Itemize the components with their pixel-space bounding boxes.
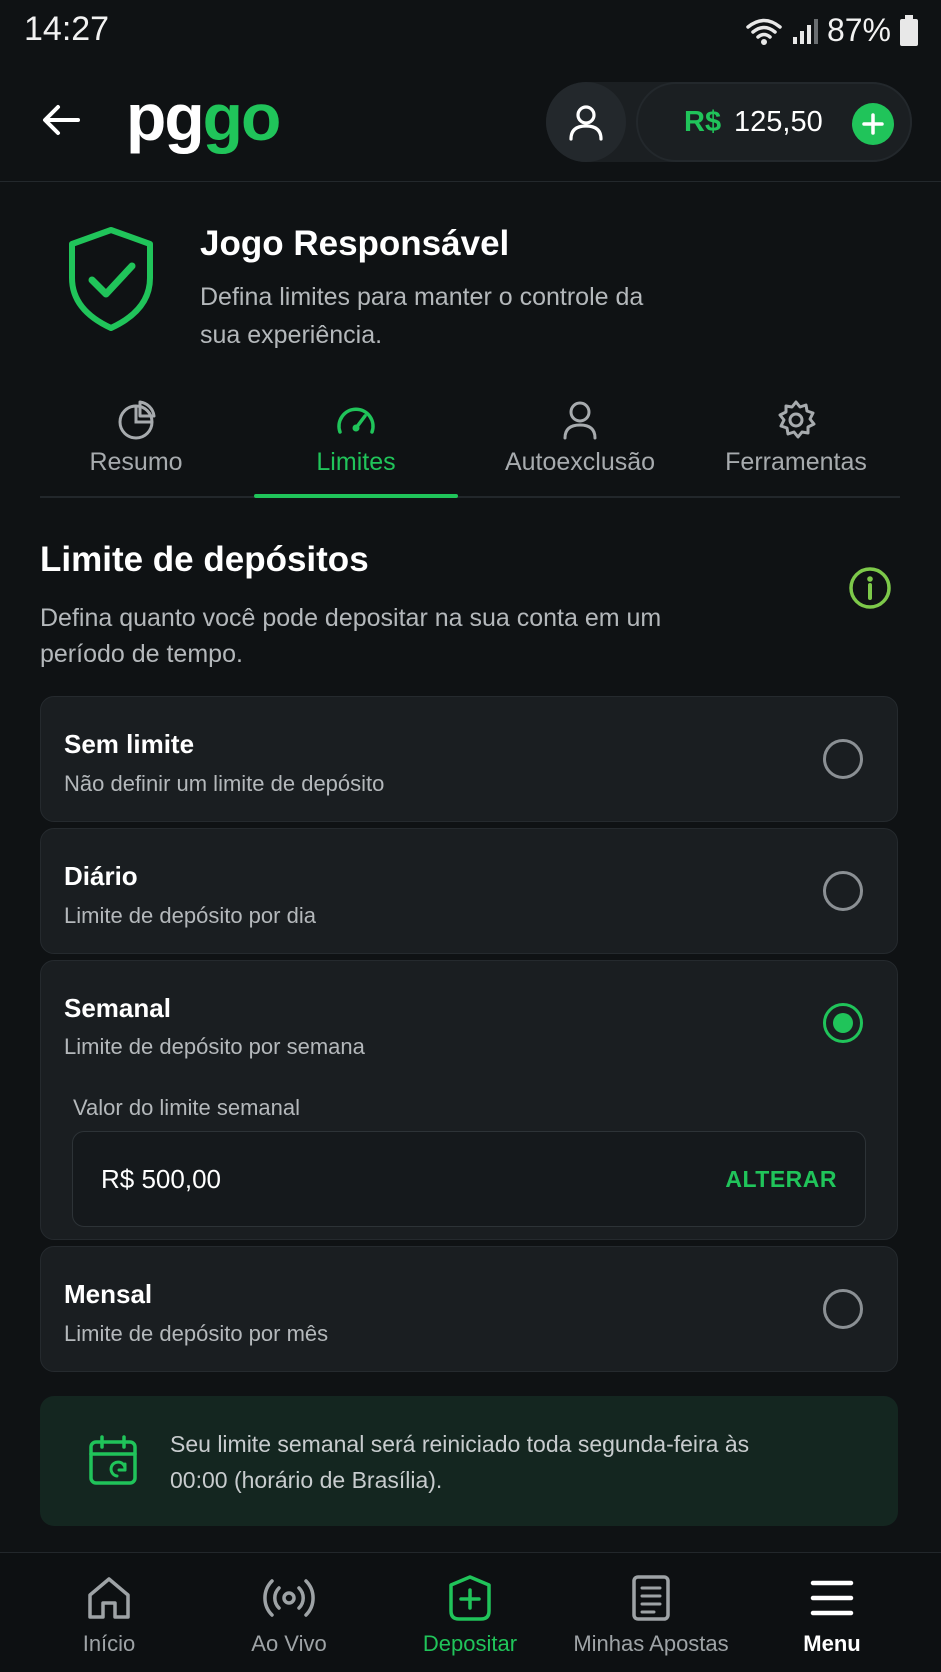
option-subtitle: Limite de depósito por semana (64, 1034, 365, 1059)
pggo-logo[interactable]: pggo (126, 84, 281, 150)
nav-label: Menu (803, 1631, 861, 1656)
section-description: Defina quanto você pode depositar na sua… (40, 604, 662, 668)
add-funds-button[interactable] (852, 103, 894, 145)
weekly-limit-label: Valor do limite semanal (73, 1095, 301, 1120)
speedometer-icon (337, 407, 375, 434)
account-pill: R$ 125,50 (546, 82, 912, 162)
nav-ao-vivo[interactable]: Ao Vivo (199, 1553, 379, 1672)
balance-value: 125,50 (734, 106, 823, 138)
home-icon (88, 1577, 130, 1619)
shield-check-icon (69, 227, 153, 331)
tab-label: Ferramentas (725, 448, 867, 476)
back-arrow-icon[interactable] (38, 96, 86, 144)
gear-icon (778, 400, 816, 439)
app-header: pggo R$ 125,50 (0, 62, 941, 182)
tab-ferramentas[interactable]: Ferramentas (706, 394, 886, 498)
nav-label: Início (82, 1631, 136, 1656)
balance-currency: R$ (684, 106, 722, 138)
nav-menu[interactable]: Menu (742, 1553, 922, 1672)
battery-icon (900, 14, 918, 46)
status-time: 14:27 (24, 10, 110, 48)
logo-go: go (202, 80, 282, 154)
info-icon[interactable] (848, 566, 892, 610)
bottom-navigation: Início Ao Vivo Depositar Minhas Apostas … (0, 1552, 941, 1672)
battery-percent: 87% (826, 12, 891, 48)
weekly-limit-value: R$ 500,00 (101, 1164, 221, 1194)
tab-label: Autoexclusão (504, 448, 656, 476)
nav-minhas-apostas[interactable]: Minhas Apostas (561, 1553, 741, 1672)
option-semanal[interactable]: Semanal Limite de depósito por semana Va… (40, 960, 898, 1240)
tab-limites[interactable]: Limites (268, 394, 444, 498)
option-title: Mensal (64, 1279, 153, 1309)
option-mensal[interactable]: Mensal Limite de depósito por mês (40, 1246, 898, 1372)
balance-display[interactable]: R$ 125,50 (636, 82, 912, 162)
change-limit-button[interactable]: ALTERAR (725, 1166, 837, 1193)
menu-icon (810, 1580, 854, 1616)
responsible-gaming-hero: Jogo Responsável Defina limites para man… (0, 184, 941, 374)
reset-notice: Seu limite semanal será reiniciado toda … (40, 1396, 898, 1526)
user-icon (569, 105, 603, 141)
option-title: Semanal (64, 993, 171, 1023)
nav-inicio[interactable]: Início (19, 1553, 199, 1672)
option-subtitle: Não definir um limite de depósito (64, 771, 385, 796)
tab-label: Resumo (89, 448, 183, 476)
radio-button[interactable] (823, 1289, 863, 1329)
deposit-plus-icon (449, 1575, 491, 1621)
page-description: Defina limites para manter o controle da… (200, 283, 644, 349)
tab-bar: Resumo Limites Autoexclusão Ferramentas (40, 394, 900, 498)
nav-depositar[interactable]: Depositar (380, 1553, 560, 1672)
option-title: Diário (64, 861, 138, 891)
nav-label: Ao Vivo (251, 1631, 327, 1656)
option-sem-limite[interactable]: Sem limite Não definir um limite de depó… (40, 696, 898, 822)
page-title: Jogo Responsável (200, 224, 510, 263)
calendar-refresh-icon (89, 1435, 137, 1485)
option-diario[interactable]: Diário Limite de depósito por dia (40, 828, 898, 954)
option-subtitle: Limite de depósito por dia (64, 903, 316, 928)
tab-autoexclusao[interactable]: Autoexclusão (480, 394, 680, 498)
nav-label: Minhas Apostas (573, 1631, 729, 1656)
tab-label: Limites (316, 448, 396, 476)
option-title: Sem limite (64, 729, 195, 759)
active-tab-indicator (254, 494, 458, 498)
signal-icon (792, 18, 818, 44)
pie-chart-icon (118, 400, 156, 440)
tab-resumo[interactable]: Resumo (48, 394, 224, 498)
section-title: Limite de depósitos (40, 540, 369, 579)
option-subtitle: Limite de depósito por mês (64, 1321, 329, 1346)
weekly-limit-field[interactable]: R$ 500,00 ALTERAR (72, 1131, 866, 1227)
person-icon (563, 401, 597, 440)
bet-slip-icon (632, 1575, 670, 1621)
logo-pg: pg (126, 80, 205, 154)
profile-button[interactable] (546, 82, 626, 162)
wifi-icon (746, 18, 782, 45)
status-bar: 14:27 87% (0, 0, 941, 62)
radio-button-selected[interactable] (823, 1003, 863, 1043)
status-indicators: 87% (745, 12, 919, 49)
notice-text: Seu limite semanal será reiniciado toda … (170, 1431, 750, 1493)
live-broadcast-icon (263, 1579, 315, 1617)
nav-label: Depositar (422, 1631, 518, 1656)
radio-button[interactable] (823, 739, 863, 779)
radio-button[interactable] (823, 871, 863, 911)
plus-icon (862, 113, 884, 135)
